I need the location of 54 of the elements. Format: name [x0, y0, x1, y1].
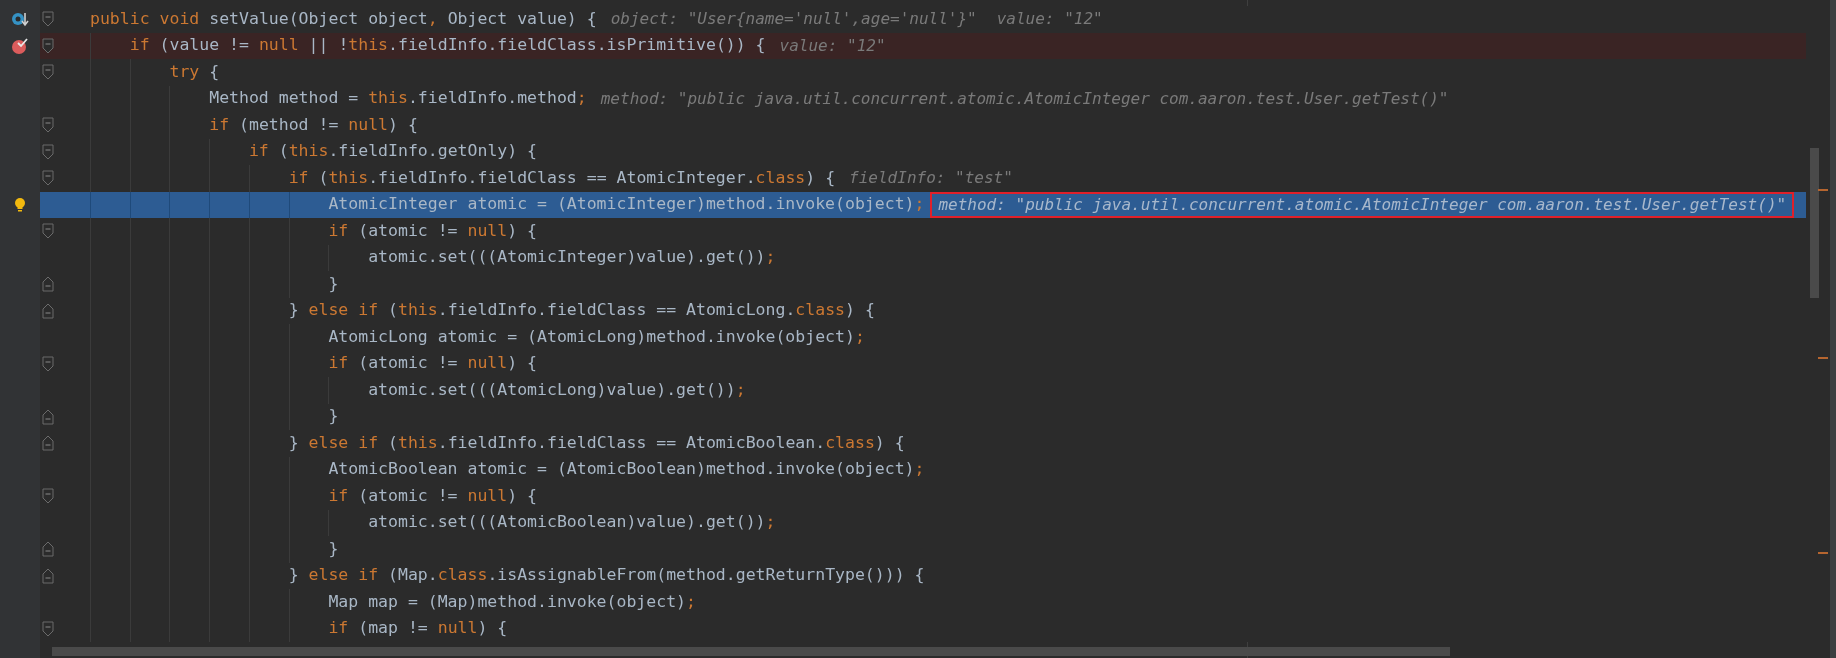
fold-marker-icon[interactable]	[42, 37, 54, 54]
code-text: } else if (this.fieldInfo.fieldClass == AtomicBoolean.class) {	[90, 430, 905, 457]
code-text: if (method != null) {	[90, 112, 418, 139]
code-text: if (value != null || !this.fieldInfo.fieldClass.isPrimitive()) {	[90, 32, 766, 59]
code-text: atomic.set(((AtomicInteger)value).get());	[90, 244, 776, 271]
code-text: if (this.fieldInfo.getOnly) {	[90, 138, 538, 165]
code-text: if (this.fieldInfo.fieldClass == AtomicInteger.class) {	[90, 165, 836, 192]
code-text: }	[90, 403, 339, 430]
code-text: AtomicInteger atomic = (AtomicInteger)method.invoke(object);	[90, 191, 925, 218]
fold-marker-icon[interactable]	[42, 355, 54, 372]
inline-hint: method: "public java.util.concurrent.atomic.AtomicInteger com.aaron.test.User.getTest()"	[938, 193, 1787, 216]
fold-marker-icon[interactable]	[42, 567, 54, 584]
code-text: if (atomic != null) {	[90, 483, 538, 510]
target-arrow-icon[interactable]	[11, 11, 29, 28]
inline-hint: value: "12"	[779, 34, 886, 57]
fold-marker-icon[interactable]	[42, 541, 54, 558]
code-text: } else if (Map.class.isAssignableFrom(method.getReturnType())) {	[90, 562, 925, 589]
code-text: if (atomic != null) {	[90, 218, 538, 245]
code-text: } else if (this.fieldInfo.fieldClass == AtomicLong.class) {	[90, 297, 875, 324]
code-text: AtomicBoolean atomic = (AtomicBoolean)method.invoke(object);	[90, 456, 925, 483]
breakpoint-icon[interactable]	[11, 36, 29, 55]
error-stripe-mark	[1818, 357, 1828, 359]
code-text: }	[90, 536, 339, 563]
code-text: AtomicLong atomic = (AtomicLong)method.invoke(object);	[90, 324, 865, 351]
fold-marker-icon[interactable]	[42, 276, 54, 293]
fold-marker-icon[interactable]	[42, 435, 54, 452]
fold-marker-icon[interactable]	[42, 170, 54, 187]
inline-hint: method: "public java.util.concurrent.atomic.AtomicInteger com.aaron.test.User.getTest()"	[600, 87, 1449, 110]
code-text: atomic.set(((AtomicLong)value).get());	[90, 377, 746, 404]
code-text: atomic.set(((AtomicBoolean)value).get());	[90, 509, 776, 536]
fold-marker-icon[interactable]	[42, 117, 54, 134]
lightbulb-icon[interactable]	[14, 196, 26, 213]
horizontal-scrollbar[interactable]	[52, 647, 1450, 656]
fold-marker-icon[interactable]	[42, 64, 54, 81]
inline-hint: object: "User{name='null',age='null'}"	[610, 8, 977, 31]
fold-marker-icon[interactable]	[42, 302, 54, 319]
vertical-scrollbar[interactable]	[1810, 148, 1819, 298]
code-text: }	[90, 271, 339, 298]
code-text: if (atomic != null) {	[90, 350, 538, 377]
code-text: if (map != null) {	[90, 615, 508, 642]
fold-marker-icon[interactable]	[42, 488, 54, 505]
fold-marker-icon[interactable]	[42, 620, 54, 637]
code-text: public void setValue(Object object, Object value) {	[90, 7, 597, 30]
error-stripe-mark	[1818, 552, 1828, 554]
fold-marker-icon[interactable]	[42, 223, 54, 240]
error-stripe-mark	[1818, 189, 1828, 191]
code-text: Map map = (Map)method.invoke(object);	[90, 589, 696, 616]
fold-marker-icon[interactable]	[42, 11, 54, 28]
fold-marker-icon[interactable]	[42, 408, 54, 425]
code-text: Method method = this.fieldInfo.method;	[90, 85, 587, 112]
inline-hint: value: "12"	[996, 8, 1103, 31]
fold-marker-icon[interactable]	[42, 143, 54, 160]
code-text: try {	[90, 59, 220, 86]
inline-hint: fieldInfo: "test"	[849, 167, 1013, 190]
